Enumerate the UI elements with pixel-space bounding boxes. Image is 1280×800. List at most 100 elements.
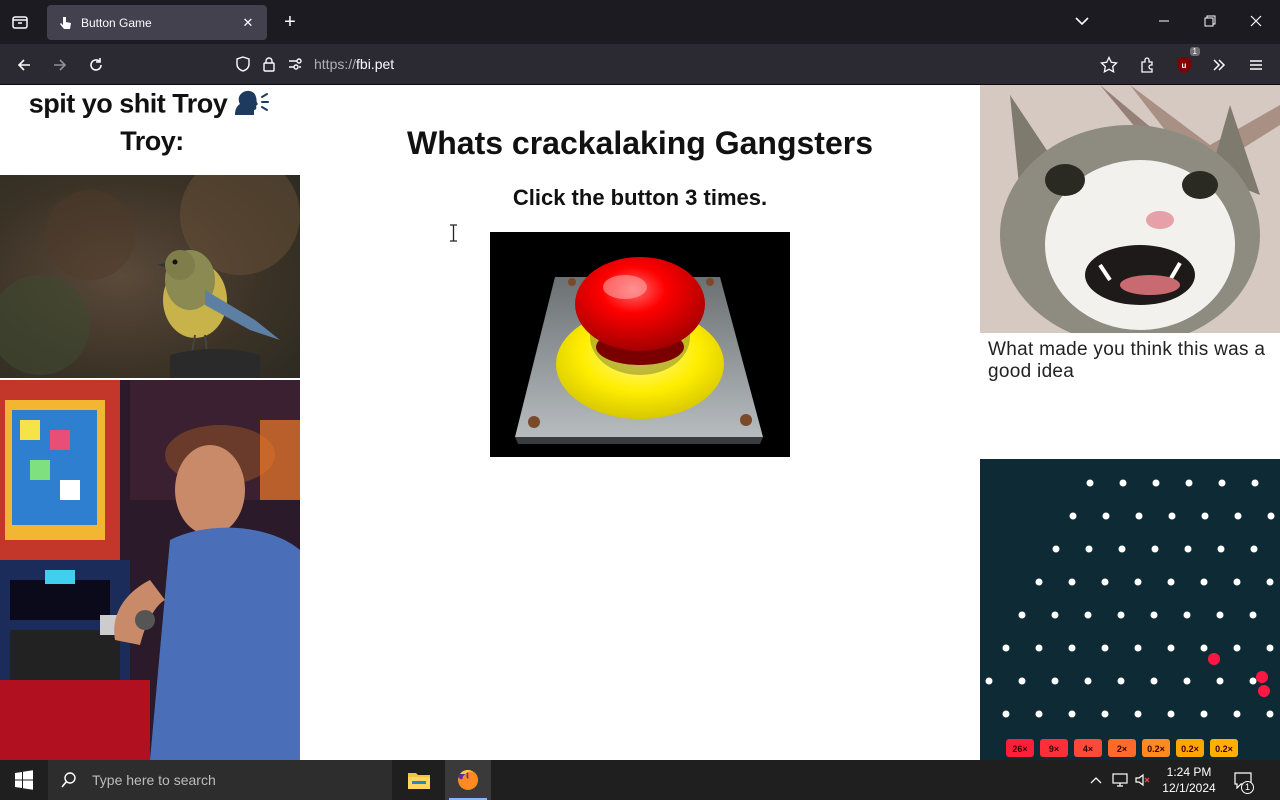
show-hidden-icons-chevron-icon[interactable] (1086, 760, 1106, 800)
plinko-peg (985, 677, 993, 685)
tracking-shield-icon[interactable] (232, 53, 254, 75)
plinko-peg (1117, 611, 1125, 619)
cat-caption-text: What made you think this was a good idea (988, 339, 1266, 382)
plinko-peg (1167, 578, 1175, 586)
ublock-origin-icon[interactable]: u 1 (1171, 47, 1200, 78)
plinko-peg (1150, 611, 1158, 619)
plinko-peg (1217, 545, 1225, 553)
clock-time: 1:24 PM (1166, 765, 1212, 779)
plinko-peg (1216, 611, 1224, 619)
plinko-peg (1218, 479, 1226, 487)
slot-machine-photo (0, 380, 300, 760)
lock-icon[interactable] (258, 53, 280, 75)
plinko-ball (1258, 685, 1270, 697)
ublock-badge: 1 (1189, 47, 1200, 56)
plinko-multiplier-slot: 0.2× (1142, 739, 1170, 757)
meme-caption-line2: Troy: (120, 126, 184, 156)
plinko-peg (1035, 578, 1043, 586)
bookmark-star-icon[interactable] (1096, 52, 1122, 78)
notifications-icon[interactable]: 1 (1228, 760, 1258, 800)
site-permissions-icon[interactable] (284, 53, 306, 75)
url-text[interactable]: https://fbi.pet (314, 56, 394, 72)
new-tab-button[interactable]: + (278, 10, 302, 34)
speaking-head-emoji-icon (231, 87, 271, 124)
plinko-peg (1002, 644, 1010, 652)
plinko-peg (1051, 611, 1059, 619)
plinko-peg (1234, 512, 1242, 520)
close-tab-icon[interactable]: ✕ (239, 14, 257, 32)
search-icon (61, 772, 76, 788)
plinko-multiplier-label: 0.2× (1181, 744, 1199, 754)
search-placeholder: Type here to search (92, 772, 216, 788)
minimize-window-icon[interactable] (1144, 6, 1184, 36)
volume-muted-icon[interactable] (1132, 760, 1154, 800)
reload-icon[interactable] (83, 52, 109, 78)
more-tools-chevrons-icon[interactable] (1206, 52, 1232, 78)
plinko-peg (1018, 677, 1026, 685)
plinko-multiplier-label: 4× (1083, 744, 1093, 754)
windows-start-icon[interactable] (0, 760, 48, 800)
plinko-peg (1102, 512, 1110, 520)
plinko-peg (1266, 644, 1274, 652)
plinko-ball (1256, 671, 1268, 683)
big-red-button[interactable] (490, 232, 790, 457)
plinko-peg (1101, 644, 1109, 652)
plinko-peg (1134, 578, 1142, 586)
plinko-peg (1233, 578, 1241, 586)
extensions-puzzle-icon[interactable] (1135, 52, 1161, 78)
plinko-peg (1200, 710, 1208, 718)
plinko-peg (1134, 710, 1142, 718)
plinko-peg (1249, 611, 1257, 619)
plinko-peg (1018, 611, 1026, 619)
plinko-peg (1200, 644, 1208, 652)
plinko-multiplier-slot: 4× (1074, 739, 1102, 757)
windows-taskbar: Type here to search 1:24 PM 12/1/2024 1 (0, 760, 1280, 800)
taskbar-search-box[interactable]: Type here to search (48, 760, 392, 800)
plinko-peg (1086, 479, 1094, 487)
page-heading: Whats crackalaking Gangsters (407, 125, 873, 161)
url-bar[interactable]: https://fbi.pet (228, 49, 1138, 79)
plinko-peg (1068, 710, 1076, 718)
plinko-peg (1167, 710, 1175, 718)
plinko-multiplier-label: 0.2× (1215, 744, 1233, 754)
url-host: fbi.pet (356, 56, 395, 72)
close-window-icon[interactable] (1236, 6, 1276, 36)
back-arrow-icon[interactable] (11, 52, 37, 78)
network-icon[interactable] (1108, 760, 1132, 800)
plinko-peg (1183, 677, 1191, 685)
notification-count: 1 (1241, 781, 1254, 794)
taskbar-clock[interactable]: 1:24 PM 12/1/2024 (1152, 764, 1226, 796)
plinko-multiplier-label: 0.2× (1147, 744, 1165, 754)
tab-button-game[interactable]: Button Game ✕ (47, 5, 267, 40)
plinko-peg (1084, 611, 1092, 619)
restore-window-icon[interactable] (1190, 6, 1230, 36)
plinko-ball (1208, 653, 1220, 665)
plinko-peg (1185, 479, 1193, 487)
text-cursor-icon (450, 224, 457, 242)
list-all-tabs-icon[interactable] (1062, 6, 1102, 36)
plinko-multiplier-slot: 9× (1040, 739, 1068, 757)
bird-photo (0, 175, 300, 378)
forward-arrow-icon[interactable] (47, 52, 73, 78)
firefox-taskbar-icon[interactable] (445, 760, 491, 800)
plinko-peg (1183, 611, 1191, 619)
troy-meme-caption: spit yo shit Troy Troy: (0, 85, 300, 175)
tab-title: Button Game (81, 15, 152, 30)
plinko-multiplier-label: 9× (1049, 744, 1059, 754)
plinko-peg (1134, 644, 1142, 652)
plinko-peg (1068, 644, 1076, 652)
plinko-peg (1266, 578, 1274, 586)
svg-text:u: u (1182, 61, 1187, 70)
plinko-peg (1267, 512, 1275, 520)
file-explorer-icon[interactable] (396, 760, 442, 800)
plinko-peg (1052, 545, 1060, 553)
screaming-cat-photo (980, 85, 1280, 333)
plinko-peg (1085, 545, 1093, 553)
clock-date: 12/1/2024 (1162, 781, 1216, 795)
plinko-peg (1069, 512, 1077, 520)
plinko-peg (1150, 677, 1158, 685)
hamburger-menu-icon[interactable] (1243, 52, 1269, 78)
plinko-peg (1233, 644, 1241, 652)
tab-list-icon[interactable] (8, 10, 32, 34)
plinko-multiplier-label: 26× (1012, 744, 1027, 754)
